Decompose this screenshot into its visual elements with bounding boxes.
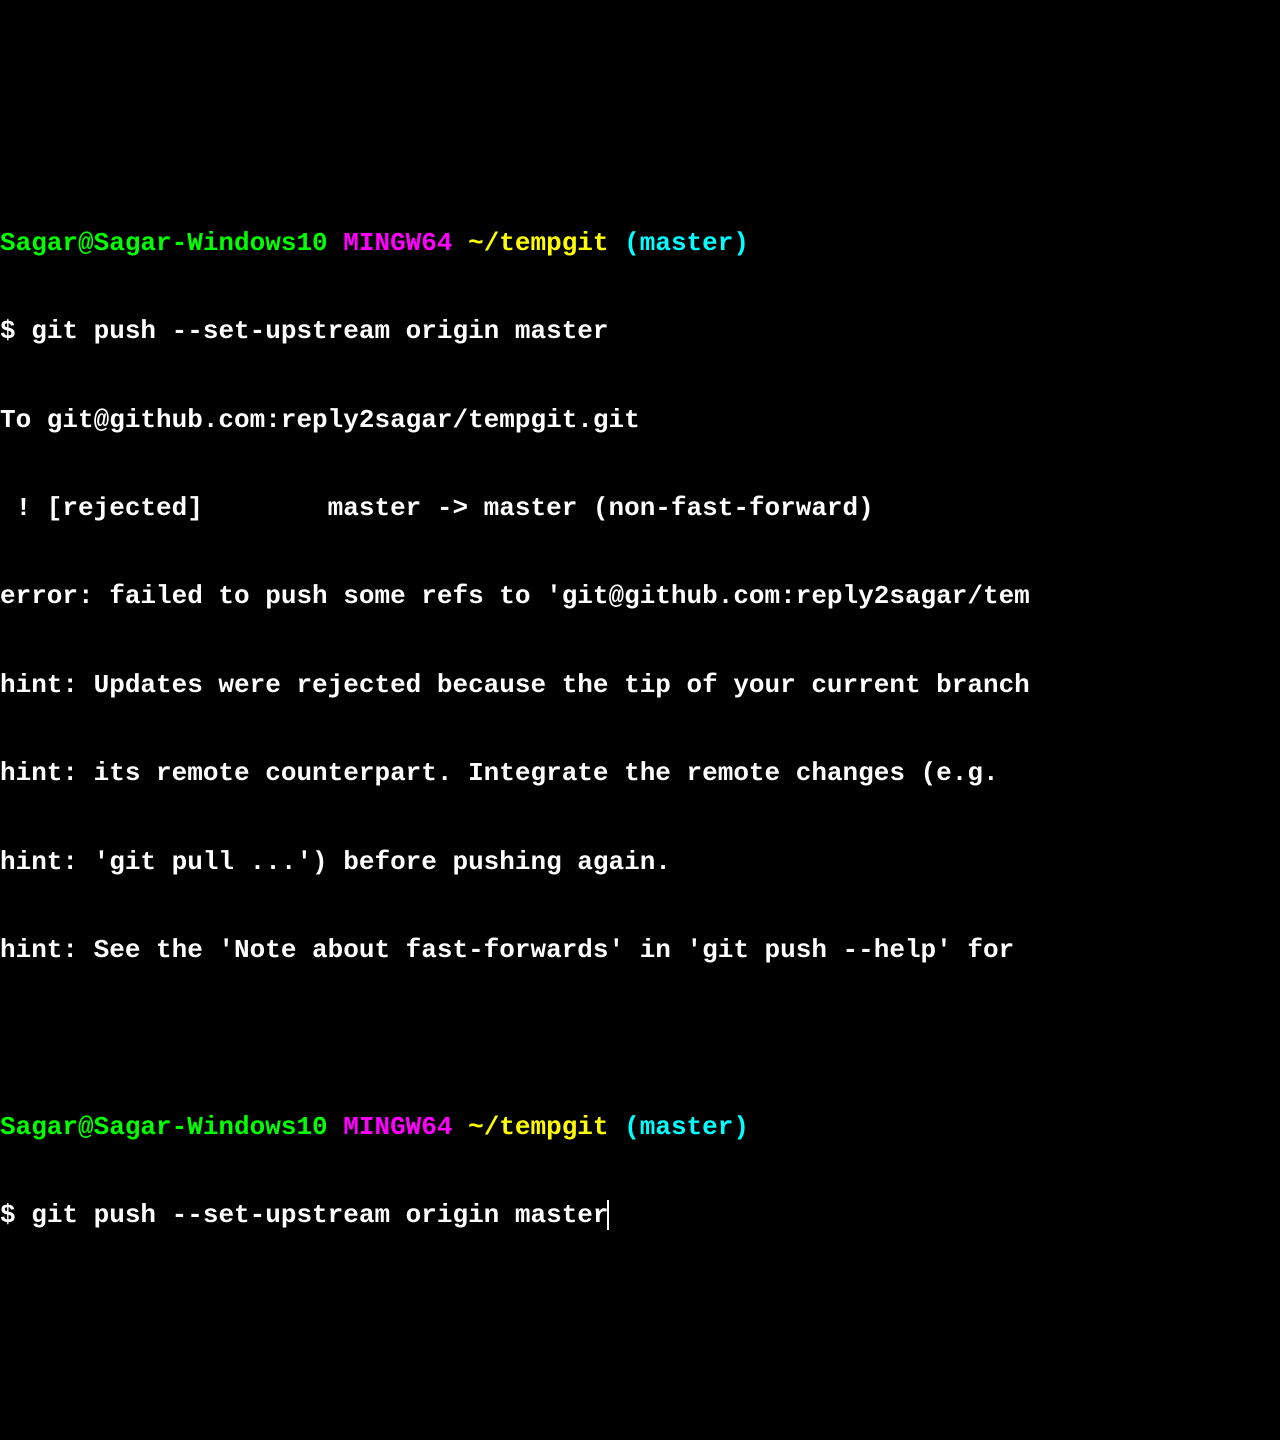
branch: (master): [624, 1112, 749, 1142]
output-hint4: hint: See the 'Note about fast-forwards'…: [0, 928, 1280, 972]
prompt-line-2: Sagar@Sagar-Windows10 MINGW64 ~/tempgit …: [0, 1105, 1280, 1149]
terminal-output[interactable]: Sagar@Sagar-Windows10 MINGW64 ~/tempgit …: [0, 177, 1280, 1282]
command-line-2[interactable]: $ git push --set-upstream origin master: [0, 1193, 1280, 1237]
command-line-1: $ git push --set-upstream origin master: [0, 309, 1280, 353]
user-host: Sagar@Sagar-Windows10: [0, 228, 328, 258]
path: ~/tempgit: [468, 1112, 608, 1142]
path: ~/tempgit: [468, 228, 608, 258]
cursor-icon: [607, 1200, 609, 1230]
output-rejected: ! [rejected] master -> master (non-fast-…: [0, 486, 1280, 530]
user-host: Sagar@Sagar-Windows10: [0, 1112, 328, 1142]
branch: (master): [624, 228, 749, 258]
output-to: To git@github.com:reply2sagar/tempgit.gi…: [0, 398, 1280, 442]
output-error: error: failed to push some refs to 'git@…: [0, 574, 1280, 618]
output-hint1: hint: Updates were rejected because the …: [0, 663, 1280, 707]
blank-line: [0, 1016, 1280, 1060]
output-hint2: hint: its remote counterpart. Integrate …: [0, 751, 1280, 795]
prompt-line-1: Sagar@Sagar-Windows10 MINGW64 ~/tempgit …: [0, 221, 1280, 265]
mingw-label: MINGW64: [343, 228, 452, 258]
output-hint3: hint: 'git pull ...') before pushing aga…: [0, 840, 1280, 884]
mingw-label: MINGW64: [343, 1112, 452, 1142]
